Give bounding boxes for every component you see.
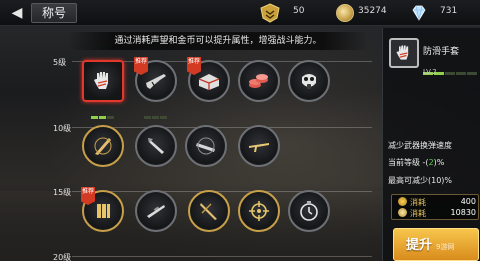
skill-scope-knife[interactable] (82, 125, 124, 167)
skill-level-bar (91, 104, 115, 119)
top-bar: ◀ 称号 50 35274 731 (0, 0, 480, 26)
skill-stopwatch[interactable] (288, 190, 330, 232)
back-button[interactable]: ◀ (6, 4, 28, 22)
skill-level-bar (144, 104, 168, 119)
rifle-icon (146, 74, 166, 89)
skill-gold-rifle[interactable] (188, 190, 230, 232)
tier-label-5: 5级 (53, 58, 67, 67)
tier-label-10: 10级 (53, 124, 72, 133)
stopwatch-icon (300, 201, 318, 221)
max-reduction-text: 最高可减少(10)% (388, 176, 453, 185)
watermark: 9游网 (436, 243, 455, 251)
skill-ammo-box[interactable]: 推荐 (187, 57, 230, 102)
coin-icon (398, 208, 407, 217)
blade-icon (148, 138, 164, 154)
skill-weapon-slot[interactable]: 推荐 (134, 57, 177, 102)
glove-icon (396, 45, 409, 60)
skill-anti-slip-gloves[interactable] (82, 60, 124, 102)
gold-rifle-icon (200, 203, 217, 220)
skill-grenade-belt[interactable] (185, 125, 227, 167)
coin-stack-icon (249, 74, 268, 88)
gas-mask-icon (302, 74, 316, 89)
rank-value: 50 (293, 6, 305, 16)
rank-icon (260, 3, 280, 23)
diamond-value: 731 (440, 6, 458, 16)
cost-coin-row: 消耗 10830 (398, 208, 476, 220)
assault-rifle-icon (249, 143, 269, 152)
tier-label-15: 15级 (53, 188, 72, 197)
ammo-box-icon (198, 74, 220, 90)
tier-divider (72, 127, 372, 128)
cost-rank-value: 400 (460, 197, 476, 206)
cost-label: 消耗 (410, 198, 426, 207)
coin-value: 35274 (358, 6, 387, 16)
grenade-belt-icon (196, 137, 215, 155)
skill-gas-mask[interactable] (288, 60, 330, 102)
tier-label-20: 20级 (53, 253, 72, 261)
skill-description: 减少武器换弹速度 (388, 141, 452, 150)
tier-divider (72, 191, 372, 192)
current-prefix: 当前等级 -( (388, 158, 429, 167)
current-level-text: 当前等级 -(2)% (388, 157, 444, 168)
current-suffix: )% (433, 158, 445, 167)
skill-name: 防滑手套 (423, 47, 460, 57)
selected-skill-icon (389, 38, 419, 68)
sniper-icon (147, 205, 165, 218)
skill-blade[interactable] (135, 125, 177, 167)
page-title: 称号 (31, 3, 77, 23)
glove-icon (94, 72, 108, 89)
skill-chips[interactable] (238, 60, 280, 102)
cost-coin-value: 10830 (450, 208, 476, 217)
coin-icon (336, 4, 354, 22)
cost-label: 消耗 (410, 209, 426, 218)
skill-ammo-clip[interactable]: 推荐 (81, 187, 124, 232)
info-banner: 通过消耗声望和金币可以提升属性，增强战斗能力。 (68, 32, 368, 50)
skill-sniper[interactable] (135, 190, 177, 232)
skill-target-crosshair[interactable] (238, 190, 280, 232)
knife-crosshair-icon (94, 137, 112, 155)
rank-icon (398, 197, 407, 206)
crosshair-icon (249, 201, 269, 221)
skill-assault-rifle[interactable] (238, 125, 280, 167)
ammo-clip-icon (97, 204, 110, 218)
detail-panel: 防滑手套 LV.2 减少武器换弹速度 当前等级 -(2)% 最高可减少(10)%… (382, 28, 480, 261)
tier-divider (72, 256, 372, 257)
skill-level: LV.2 (423, 68, 437, 76)
diamond-icon (412, 5, 426, 21)
cost-box: 消耗 400 消耗 10830 (391, 194, 479, 220)
